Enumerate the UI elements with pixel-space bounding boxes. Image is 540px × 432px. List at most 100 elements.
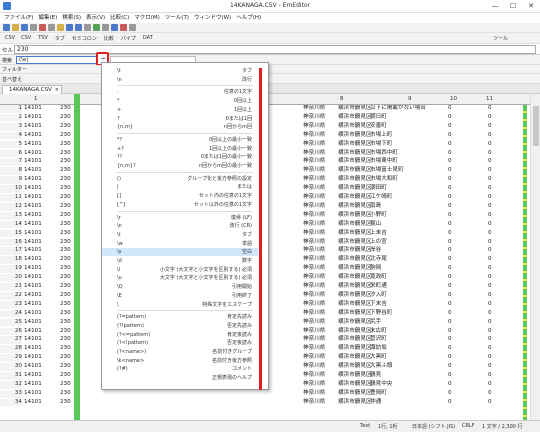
table-cell[interactable]: 16	[0, 238, 22, 247]
csv-format-button[interactable]: DAT	[143, 35, 153, 42]
table-cell[interactable]: 横浜市鶴見区	[338, 372, 372, 380]
table-cell[interactable]: 横浜市鶴見区	[338, 399, 372, 407]
table-cell[interactable]: 30	[0, 363, 22, 371]
table-cell[interactable]: 0	[448, 150, 452, 158]
table-cell[interactable]: 0	[488, 185, 492, 193]
regex-menu-item[interactable]: 正規表現のヘルプ	[102, 374, 258, 382]
table-cell[interactable]: 0	[448, 310, 452, 318]
table-cell[interactable]: 230	[60, 390, 71, 398]
table-cell[interactable]: 横浜市鶴見区	[338, 310, 372, 318]
table-cell[interactable]: 0	[488, 176, 492, 184]
table-cell[interactable]: 13	[0, 211, 22, 220]
table-cell[interactable]: 朝日町	[370, 114, 387, 122]
csv-format-button[interactable]: CSV	[21, 35, 31, 42]
cell-value-field[interactable]: 230	[14, 45, 536, 54]
regex-menu-item[interactable]: \u 大文字 (大文字と小文字を区別する) 必須	[102, 274, 258, 282]
menu-item[interactable]: ヘルプ(H)	[236, 13, 261, 23]
table-cell[interactable]: 14101	[24, 185, 42, 193]
table-cell[interactable]: 14101	[24, 381, 42, 389]
table-cell[interactable]: 17	[0, 247, 22, 256]
maximize-button[interactable]: ☐	[504, 0, 522, 13]
table-cell[interactable]: 市場西中町	[370, 150, 398, 158]
table-cell[interactable]: 230	[60, 123, 71, 131]
regex-menu-item[interactable]: \n 改行	[102, 76, 258, 84]
table-cell[interactable]: 0	[448, 354, 452, 362]
regex-menu-item[interactable]: \t タブ	[102, 67, 258, 75]
table-cell[interactable]: 0	[448, 132, 452, 140]
table-cell[interactable]: 4	[0, 131, 22, 140]
table-cell[interactable]: 14101	[24, 301, 42, 309]
table-cell[interactable]: 0	[488, 132, 492, 140]
copy-icon[interactable]	[48, 24, 55, 31]
table-cell[interactable]: 神奈川県	[303, 390, 325, 398]
table-cell[interactable]: 神奈川県	[303, 310, 325, 318]
table-cell[interactable]: 14101	[24, 390, 42, 398]
table-cell[interactable]: 横浜市鶴見区	[338, 158, 372, 166]
table-cell[interactable]: 神奈川県	[303, 292, 325, 300]
table-cell[interactable]: 230	[60, 354, 71, 362]
table-cell[interactable]: 14101	[24, 123, 42, 131]
table-cell[interactable]: 230	[60, 345, 71, 353]
table-cell[interactable]: 扇島	[370, 203, 381, 211]
find-input[interactable]: (\e|	[16, 56, 100, 64]
table-cell[interactable]: 仲通	[370, 399, 381, 407]
table-cell[interactable]: 横浜市鶴見区	[338, 185, 372, 193]
table-cell[interactable]: 230	[60, 221, 71, 229]
regex-menu-item[interactable]: . 任意の1文字	[102, 88, 258, 96]
table-cell[interactable]: 0	[488, 363, 492, 371]
macro-run-icon[interactable]	[120, 24, 127, 31]
menu-item[interactable]: ウィンドウ(W)	[194, 13, 231, 23]
regex-menu-item[interactable]: (?<!pattern) 否定後読み	[102, 339, 258, 347]
regex-menu-item[interactable]: * 0回以上	[102, 97, 258, 105]
menu-item[interactable]: マクロ(M)	[134, 13, 160, 23]
csv-format-button[interactable]: セミコロン	[72, 35, 97, 42]
regex-menu-item[interactable]: (?<=pattern) 肯定後読み	[102, 331, 258, 339]
table-cell[interactable]: 14101	[24, 141, 42, 149]
new-file-icon[interactable]	[3, 24, 10, 31]
table-cell[interactable]: 0	[488, 345, 492, 353]
table-cell[interactable]: 0	[448, 176, 452, 184]
macro-record-icon[interactable]	[111, 24, 118, 31]
regex-menu-item[interactable]: \Q 引用開始	[102, 283, 258, 291]
table-cell[interactable]: 0	[448, 301, 452, 309]
redo-icon[interactable]	[75, 24, 82, 31]
table-cell[interactable]: 9	[0, 176, 22, 184]
table-cell[interactable]: 0	[488, 292, 492, 300]
regex-menu-item[interactable]: [] セット内の任意の1文字	[102, 192, 258, 200]
customize-icon[interactable]	[129, 24, 136, 31]
table-cell[interactable]: 横浜市鶴見区	[338, 132, 372, 140]
table-cell[interactable]: 神奈川県	[303, 239, 325, 247]
table-cell[interactable]: 0	[488, 328, 492, 336]
table-cell[interactable]: 横浜市鶴見区	[338, 381, 372, 389]
table-cell[interactable]: 横浜市鶴見区	[338, 247, 372, 255]
table-cell[interactable]: 上の宮	[370, 239, 387, 247]
scroll-thumb[interactable]	[533, 106, 539, 146]
regex-menu-item[interactable]: *? 0回以上の最小一致	[102, 136, 258, 144]
table-cell[interactable]: 0	[448, 363, 452, 371]
table-cell[interactable]: 0	[448, 203, 452, 211]
column-header-8[interactable]: 8	[340, 96, 344, 102]
menu-item[interactable]: 表示(V)	[86, 13, 105, 23]
table-cell[interactable]: 0	[488, 301, 492, 309]
table-cell[interactable]: 14101	[24, 212, 42, 220]
status-newline[interactable]: CRLF	[462, 423, 475, 429]
regex-menu-item[interactable]: +? 1回以上の最小一致	[102, 145, 258, 153]
table-cell[interactable]: 0	[488, 105, 492, 113]
print-icon[interactable]	[30, 24, 37, 31]
table-cell[interactable]: 栄町通	[370, 283, 387, 291]
table-cell[interactable]: 下末吉	[370, 301, 387, 309]
table-cell[interactable]: 横浜市鶴見区	[338, 319, 372, 327]
tab-14kanaga-csv[interactable]: 14KANAGA.CSV ×	[2, 85, 62, 94]
table-cell[interactable]: 0	[488, 167, 492, 175]
table-cell[interactable]: 14101	[24, 221, 42, 229]
regex-menu-item[interactable]: \r 復帰 (LF)	[102, 214, 258, 222]
regex-menu-item[interactable]: {n,m}? n回からm回の最小一致	[102, 162, 258, 170]
table-cell[interactable]: 神奈川県	[303, 381, 325, 389]
table-cell[interactable]: 14101	[24, 354, 42, 362]
table-cell[interactable]: 0	[488, 158, 492, 166]
table-cell[interactable]: 230	[60, 141, 71, 149]
table-cell[interactable]: 横浜市鶴見区	[338, 256, 372, 264]
regex-menu-item[interactable]: \t タブ	[102, 231, 258, 239]
table-cell[interactable]: 0	[448, 274, 452, 282]
table-cell[interactable]: 0	[448, 221, 452, 229]
